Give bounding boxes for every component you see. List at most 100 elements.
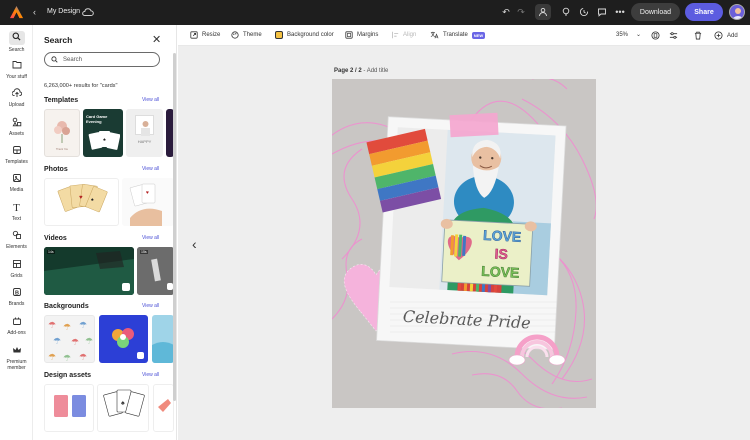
close-icon[interactable]: ✕ [152, 33, 161, 46]
section-title-backgrounds: Backgrounds [44, 303, 89, 310]
canvas-toolbar: Resize Theme Background color Margins Al… [178, 25, 750, 46]
view-all-photos-link[interactable]: View all [142, 166, 159, 172]
pride-polaroid-artwork: LOVE IS LOVE Celebrate Pride [332, 79, 596, 408]
share-button[interactable]: Share [685, 3, 723, 21]
svg-text:B: B [15, 290, 19, 296]
align-label: Align [403, 32, 417, 38]
search-icon [8, 31, 25, 45]
video-thumbnail[interactable]: 14s [44, 247, 134, 295]
rail-label: Brands [8, 301, 25, 307]
adobe-express-logo-icon[interactable] [9, 5, 24, 20]
rail-item-elements[interactable]: Elements [0, 230, 33, 250]
redo-icon[interactable]: ↷ [514, 5, 528, 19]
card-backs-asset [54, 395, 86, 417]
svg-text:☂: ☂ [53, 336, 61, 346]
svg-text:♠: ♠ [91, 197, 94, 203]
cloud-icon[interactable] [81, 6, 94, 18]
background-thumbnail[interactable] [152, 315, 174, 363]
rail-item-upload[interactable]: Upload [0, 88, 33, 108]
design-title[interactable]: My Design [47, 8, 80, 15]
template-card-game-subtitle: Evening [86, 119, 102, 124]
theme-button[interactable]: Theme [231, 31, 262, 39]
template-thumbnail[interactable]: Card Game Evening ♠ [83, 109, 123, 157]
align-button[interactable]: Align [391, 31, 416, 39]
rail-item-your-stuff[interactable]: Your stuff [0, 60, 33, 80]
view-all-backgrounds-link[interactable]: View all [142, 303, 159, 309]
svg-text:☂: ☂ [63, 322, 71, 332]
svg-text:☂: ☂ [79, 352, 87, 362]
rail-item-premium-member[interactable]: Premium member [0, 345, 33, 371]
template-thumbnail[interactable]: Thank You [44, 109, 80, 157]
previous-page-chevron-icon[interactable]: ‹ [192, 236, 197, 252]
search-input[interactable]: Search [44, 52, 160, 67]
translate-button[interactable]: Translate NEW [430, 31, 486, 39]
design-asset-thumbnail[interactable] [153, 384, 174, 432]
margins-label: Margins [357, 32, 379, 38]
casino-table-video [44, 247, 134, 295]
template-thumbnail[interactable]: HAPPY [126, 109, 163, 157]
zoom-dropdown[interactable]: 35% ⌄ [616, 31, 641, 39]
background-thumbnail[interactable]: ☂ ☂ ☂ ☂ ☂ ☂ ☂ ☂ ☂ [44, 315, 95, 363]
section-title-videos: Videos [44, 235, 67, 242]
rail-item-grids[interactable]: Grids [0, 259, 33, 279]
add-title-link[interactable]: - Add title [362, 68, 388, 74]
page-label[interactable]: Page 2 / 2 - Add title [334, 68, 388, 74]
svg-text:♠: ♠ [121, 400, 125, 407]
view-all-videos-link[interactable]: View all [142, 235, 159, 241]
panel-scrollbar[interactable] [173, 53, 176, 401]
video-duration: 15s [140, 250, 148, 254]
more-options-icon[interactable]: ••• [613, 5, 627, 19]
rail-label: Grids [10, 273, 23, 279]
avatar[interactable] [729, 4, 745, 20]
background-thumbnail[interactable] [99, 315, 148, 363]
download-button[interactable]: Download [631, 3, 680, 21]
rail-item-text[interactable]: T Text [0, 202, 33, 222]
template-thank-you-text: Thank You [55, 148, 69, 151]
back-chevron-icon[interactable]: ‹ [33, 7, 36, 17]
trash-icon [694, 31, 702, 40]
canvas-area[interactable]: Page 2 / 2 - Add title ‹ LOVE IS LOVE Ce… [178, 46, 750, 440]
rail-item-brands[interactable]: B Brands [0, 287, 33, 307]
design-asset-thumbnail[interactable] [44, 384, 94, 432]
design-asset-thumbnail[interactable]: ♠ [97, 384, 149, 432]
margins-button[interactable]: Margins [345, 31, 378, 39]
comment-icon[interactable] [595, 5, 609, 19]
palette-icon [231, 31, 239, 39]
rail-label: Templates [5, 159, 28, 165]
background-color-label: Background color [287, 32, 334, 38]
delete-button[interactable] [694, 31, 702, 40]
rail-label: Text [11, 216, 22, 222]
timer-icon[interactable] [577, 5, 591, 19]
rail-item-assets[interactable]: Assets [0, 117, 33, 137]
adjust-icon [669, 32, 678, 39]
background-color-button[interactable]: Background color [275, 31, 334, 39]
rail-item-media[interactable]: Media [0, 173, 33, 193]
rail-item-add-ons[interactable]: Add-ons [0, 316, 33, 336]
rail-label: Media [9, 187, 24, 193]
rail-item-templates[interactable]: Templates [0, 145, 33, 165]
collaborate-icon[interactable] [535, 4, 551, 20]
photo-thumbnail[interactable]: ♥ ♠ [44, 178, 119, 226]
view-all-design-assets-link[interactable]: View all [142, 372, 159, 378]
section-title-templates: Templates [44, 97, 79, 104]
resize-button[interactable]: Resize [190, 31, 220, 39]
design-page[interactable]: LOVE IS LOVE Celebrate Pride [332, 79, 596, 408]
pages-button[interactable] [651, 31, 660, 40]
template-happy-text: HAPPY [137, 139, 152, 144]
undo-icon[interactable]: ↶ [499, 5, 513, 19]
add-page-button[interactable]: Add [714, 31, 738, 40]
elements-icon [11, 230, 23, 242]
photo-thumbnail[interactable]: ♥ [122, 178, 174, 226]
view-all-templates-link[interactable]: View all [142, 97, 159, 103]
text-icon: T [13, 202, 20, 214]
lightbulb-icon[interactable] [559, 5, 573, 19]
rail-item-search[interactable]: Search [0, 31, 33, 53]
video-thumbnail[interactable]: 15s [137, 247, 174, 295]
svg-text:☂: ☂ [85, 336, 93, 346]
hand-holding-cards-photo: ♥ [129, 183, 162, 226]
adjust-button[interactable] [669, 31, 678, 40]
section-title-design-assets: Design assets [44, 372, 92, 379]
portrait-frame [135, 115, 154, 136]
svg-text:☂: ☂ [79, 320, 87, 330]
translate-label: Translate [443, 32, 468, 38]
